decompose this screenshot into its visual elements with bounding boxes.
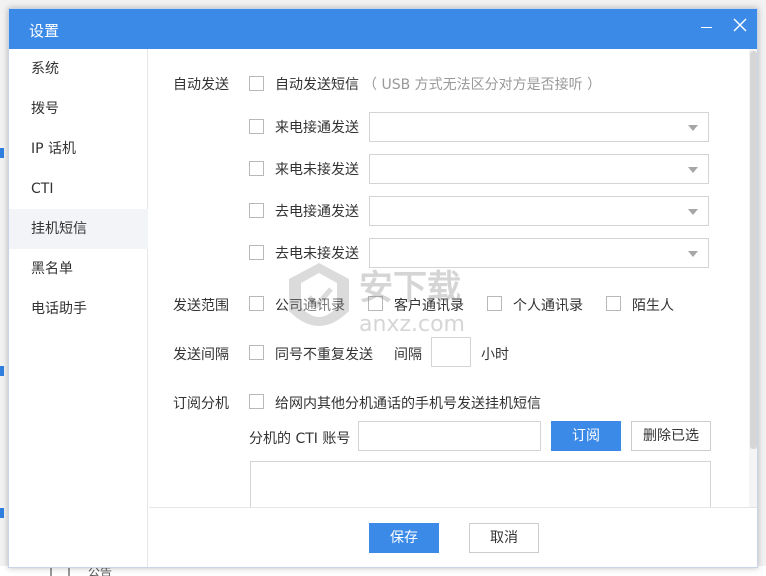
no-repeat-checkbox[interactable] xyxy=(249,345,264,360)
customer-contacts-checkbox[interactable] xyxy=(368,296,383,311)
interval-label: 间隔 xyxy=(394,347,422,363)
close-icon[interactable] xyxy=(730,15,750,35)
auto-send-sms-text: 自动发送短信 xyxy=(275,77,359,93)
company-contacts-checkbox[interactable] xyxy=(249,296,264,311)
background-accent-strip xyxy=(0,508,4,518)
auto-send-sms-checkbox[interactable] xyxy=(249,76,264,91)
outgoing-missed-checkbox[interactable] xyxy=(249,245,264,260)
sidebar-item-system[interactable]: 系统 xyxy=(9,49,148,89)
customer-contacts-text: 客户通讯录 xyxy=(394,298,464,314)
delete-selected-button[interactable]: 删除已选 xyxy=(631,421,711,451)
chevron-down-icon xyxy=(688,167,698,173)
dialog-footer: 保存 取消 xyxy=(149,507,757,567)
chevron-down-icon xyxy=(688,125,698,131)
incoming-missed-text: 来电未接发送 xyxy=(275,162,359,178)
incoming-answered-text: 来电接通发送 xyxy=(275,120,359,136)
stranger-checkbox[interactable] xyxy=(606,296,621,311)
sidebar-item-phone-assistant[interactable]: 电话助手 xyxy=(9,289,148,329)
background-accent-strip xyxy=(0,148,4,158)
incoming-missed-select[interactable] xyxy=(369,154,709,184)
minimize-icon[interactable] xyxy=(697,15,717,35)
settings-sidebar: 系统 拨号 IP 话机 CTI 挂机短信 黑名单 电话助手 xyxy=(9,49,148,567)
outgoing-answered-text: 去电接通发送 xyxy=(275,204,359,220)
incoming-answered-select[interactable] xyxy=(369,112,709,142)
subscribe-label: 订阅分机 xyxy=(173,396,229,412)
sidebar-item-cti[interactable]: CTI xyxy=(9,169,148,209)
interval-hours-input[interactable] xyxy=(431,337,471,367)
outgoing-answered-checkbox[interactable] xyxy=(249,203,264,218)
auto-send-label: 自动发送 xyxy=(173,77,229,93)
outgoing-missed-select[interactable] xyxy=(369,238,709,268)
dialog-titlebar: 设置 xyxy=(9,9,757,49)
sidebar-item-dial[interactable]: 拨号 xyxy=(9,89,148,129)
subscribe-checkbox[interactable] xyxy=(249,394,264,409)
chevron-down-icon xyxy=(688,251,698,257)
send-scope-label: 发送范围 xyxy=(173,298,229,314)
incoming-answered-checkbox[interactable] xyxy=(249,119,264,134)
cti-account-label: 分机的 CTI 账号 xyxy=(249,431,351,447)
settings-content: 自动发送 自动发送短信 （ USB 方式无法区分对方是否接听 ） 来电接通发送 … xyxy=(149,49,749,507)
scrollbar-thumb[interactable] xyxy=(750,51,757,449)
cti-account-input[interactable] xyxy=(358,421,541,451)
cancel-button[interactable]: 取消 xyxy=(469,523,539,553)
send-interval-label: 发送间隔 xyxy=(173,347,229,363)
personal-contacts-checkbox[interactable] xyxy=(487,296,502,311)
sidebar-item-hangup-sms[interactable]: 挂机短信 xyxy=(9,209,148,249)
outgoing-missed-text: 去电未接发送 xyxy=(275,246,359,262)
dialog-title: 设置 xyxy=(29,22,60,40)
sidebar-item-ip-phone[interactable]: IP 话机 xyxy=(9,129,148,169)
background-accent-strip xyxy=(0,366,4,376)
company-contacts-text: 公司通讯录 xyxy=(275,298,345,314)
settings-dialog: 设置 系统 拨号 IP 话机 CTI 挂机短信 黑名单 电话助手 自动发送 自动… xyxy=(8,8,758,568)
subscribed-list-box[interactable] xyxy=(250,461,711,507)
content-scrollbar[interactable] xyxy=(749,49,757,507)
incoming-missed-checkbox[interactable] xyxy=(249,161,264,176)
subscribe-option-text: 给网内其他分机通话的手机号发送挂机短信 xyxy=(275,396,541,412)
sidebar-item-blacklist[interactable]: 黑名单 xyxy=(9,249,148,289)
personal-contacts-text: 个人通讯录 xyxy=(513,298,583,314)
usb-hint-text: （ USB 方式无法区分对方是否接听 ） xyxy=(363,77,602,93)
stranger-text: 陌生人 xyxy=(632,298,674,314)
save-button[interactable]: 保存 xyxy=(369,523,439,553)
no-repeat-text: 同号不重复发送 xyxy=(275,347,373,363)
chevron-down-icon xyxy=(688,209,698,215)
subscribe-button[interactable]: 订阅 xyxy=(551,421,621,451)
outgoing-answered-select[interactable] xyxy=(369,196,709,226)
hours-unit-text: 小时 xyxy=(481,347,509,363)
